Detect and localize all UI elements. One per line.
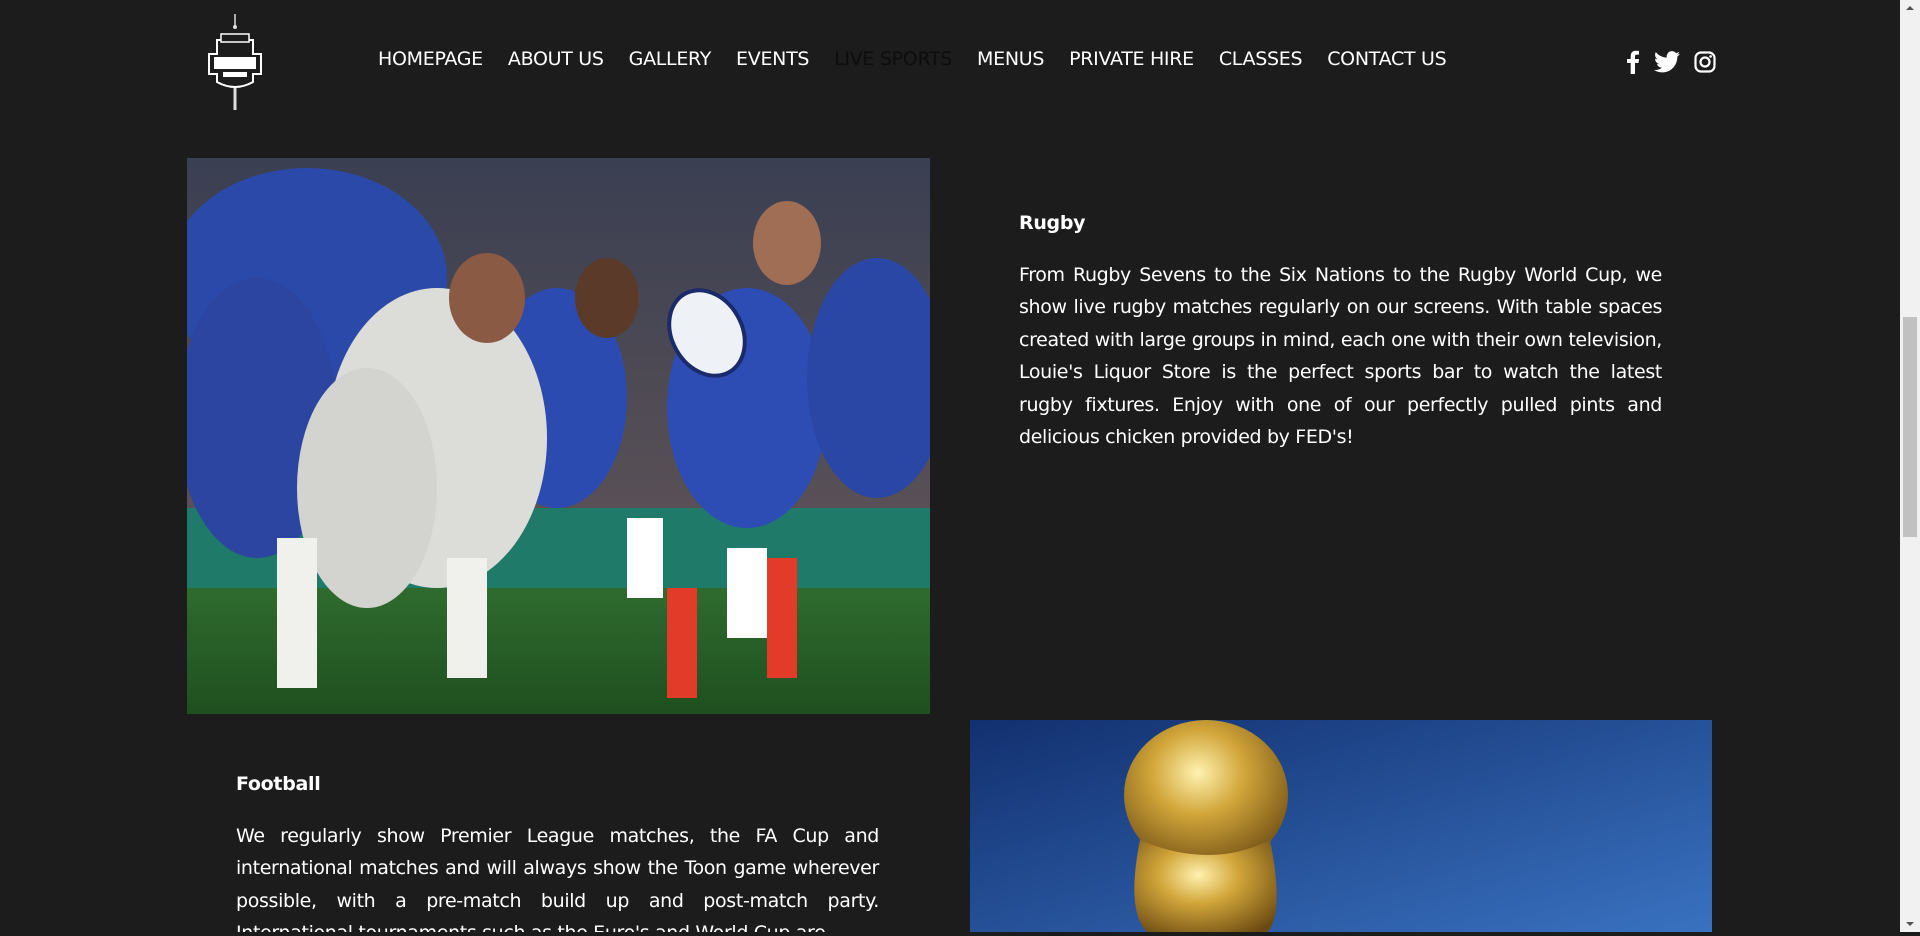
world-cup-trophy-image — [970, 720, 1712, 932]
page: HOMEPAGE ABOUT US GALLERY EVENTS LIVE SP… — [0, 0, 1900, 932]
instagram-icon[interactable] — [1694, 51, 1716, 77]
nav-menus[interactable]: MENUS — [977, 48, 1044, 70]
nav-events[interactable]: EVENTS — [736, 48, 809, 70]
football-description: We regularly show Premier League matches… — [236, 825, 879, 932]
main-nav: HOMEPAGE ABOUT US GALLERY EVENTS LIVE SP… — [378, 48, 1471, 70]
nav-private-hire[interactable]: PRIVATE HIRE — [1069, 48, 1194, 70]
nav-gallery[interactable]: GALLERY — [629, 48, 712, 70]
facebook-icon[interactable] — [1626, 50, 1640, 78]
social-links — [1626, 50, 1716, 78]
rugby-image — [187, 158, 930, 714]
scrollbar-thumb[interactable] — [1903, 317, 1917, 537]
nav-homepage[interactable]: HOMEPAGE — [378, 48, 483, 70]
vertical-scrollbar[interactable] — [1900, 0, 1920, 932]
nav-live-sports[interactable]: LIVE SPORTS — [834, 48, 952, 70]
scroll-up-arrow-icon[interactable] — [1900, 0, 1920, 17]
rugby-heading: Rugby — [1019, 212, 1086, 234]
scroll-down-arrow-icon[interactable] — [1900, 915, 1920, 932]
rugby-description: From Rugby Sevens to the Six Nations to … — [1019, 264, 1662, 449]
site-logo[interactable] — [203, 12, 267, 112]
nav-contact-us[interactable]: CONTACT US — [1327, 48, 1446, 70]
twitter-icon[interactable] — [1654, 51, 1680, 77]
football-heading: Football — [236, 773, 321, 795]
nav-about-us[interactable]: ABOUT US — [508, 48, 604, 70]
nav-classes[interactable]: CLASSES — [1219, 48, 1303, 70]
